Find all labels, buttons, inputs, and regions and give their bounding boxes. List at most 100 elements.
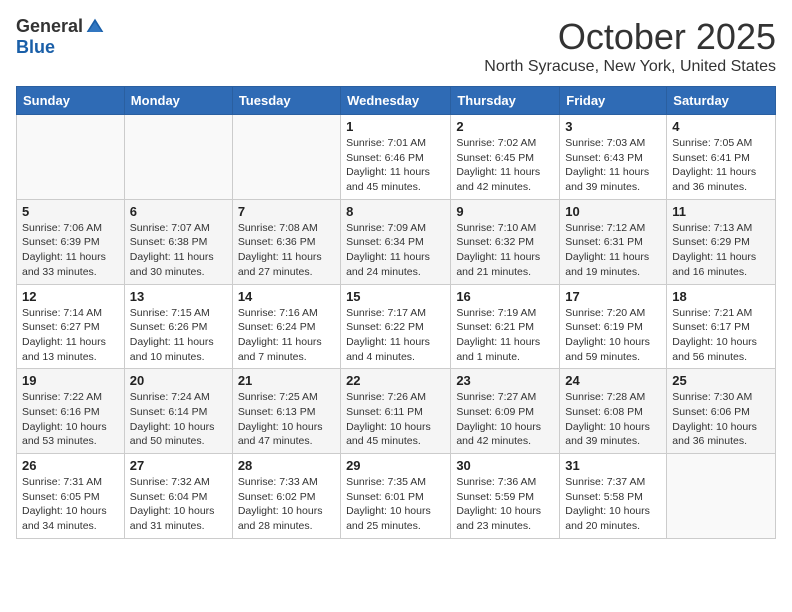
day-info: Sunrise: 7:30 AM Sunset: 6:06 PM Dayligh… <box>672 390 770 449</box>
calendar-day-12: 12Sunrise: 7:14 AM Sunset: 6:27 PM Dayli… <box>17 284 125 369</box>
calendar-day-14: 14 Sunrise: 7:16 AM Sunset: 6:24 PM Dayli… <box>232 284 340 369</box>
calendar-week-row: 5 Sunrise: 7:06 AM Sunset: 6:39 PM Daylig… <box>17 199 776 284</box>
calendar-day-2: 2 Sunrise: 7:02 AM Sunset: 6:45 PM Daylig… <box>451 115 560 200</box>
calendar-day-28: 28 Sunrise: 7:33 AM Sunset: 6:02 PM Dayli… <box>232 454 340 539</box>
weekday-header-monday: Monday <box>124 87 232 115</box>
calendar-day-26: 26 Sunrise: 7:31 AM Sunset: 6:05 PM Dayli… <box>17 454 125 539</box>
day-number: 11 <box>672 204 770 219</box>
calendar-day-29: 29Sunrise: 7:35 AM Sunset: 6:01 PM Dayli… <box>341 454 451 539</box>
weekday-header-row: SundayMondayTuesdayWednesdayThursdayFrid… <box>17 87 776 115</box>
weekday-header-friday: Friday <box>560 87 667 115</box>
day-info: Sunrise: 7:13 AM Sunset: 6:29 PM Dayligh… <box>672 221 770 280</box>
calendar-day-11: 11 Sunrise: 7:13 AM Sunset: 6:29 PM Dayli… <box>667 199 776 284</box>
day-number: 8 <box>346 204 445 219</box>
calendar-day-20: 20Sunrise: 7:24 AM Sunset: 6:14 PM Dayli… <box>124 369 232 454</box>
calendar-day-18: 18Sunrise: 7:21 AM Sunset: 6:17 PM Dayli… <box>667 284 776 369</box>
day-info: Sunrise: 7:32 AM Sunset: 6:04 PM Dayligh… <box>130 475 227 534</box>
day-number: 4 <box>672 119 770 134</box>
calendar: SundayMondayTuesdayWednesdayThursdayFrid… <box>16 86 776 539</box>
day-number: 6 <box>130 204 227 219</box>
day-number: 21 <box>238 373 335 388</box>
day-info: Sunrise: 7:09 AM Sunset: 6:34 PM Dayligh… <box>346 221 445 280</box>
logo-general-text: General <box>16 16 83 37</box>
day-info: Sunrise: 7:02 AM Sunset: 6:45 PM Dayligh… <box>456 136 554 195</box>
day-number: 28 <box>238 458 335 473</box>
day-info: Sunrise: 7:31 AM Sunset: 6:05 PM Dayligh… <box>22 475 119 534</box>
calendar-empty-cell <box>17 115 125 200</box>
calendar-day-4: 4 Sunrise: 7:05 AM Sunset: 6:41 PM Daylig… <box>667 115 776 200</box>
calendar-day-13: 13Sunrise: 7:15 AM Sunset: 6:26 PM Dayli… <box>124 284 232 369</box>
calendar-day-31: 31 Sunrise: 7:37 AM Sunset: 5:58 PM Dayli… <box>560 454 667 539</box>
calendar-day-8: 8 Sunrise: 7:09 AM Sunset: 6:34 PM Daylig… <box>341 199 451 284</box>
day-number: 13 <box>130 289 227 304</box>
day-number: 24 <box>565 373 661 388</box>
calendar-day-10: 10Sunrise: 7:12 AM Sunset: 6:31 PM Dayli… <box>560 199 667 284</box>
calendar-day-9: 9Sunrise: 7:10 AM Sunset: 6:32 PM Daylig… <box>451 199 560 284</box>
day-info: Sunrise: 7:24 AM Sunset: 6:14 PM Dayligh… <box>130 390 227 449</box>
calendar-day-21: 21 Sunrise: 7:25 AM Sunset: 6:13 PM Dayli… <box>232 369 340 454</box>
day-number: 31 <box>565 458 661 473</box>
month-title: October 2025 <box>484 16 776 58</box>
day-number: 25 <box>672 373 770 388</box>
calendar-day-15: 15 Sunrise: 7:17 AM Sunset: 6:22 PM Dayli… <box>341 284 451 369</box>
day-info: Sunrise: 7:28 AM Sunset: 6:08 PM Dayligh… <box>565 390 661 449</box>
calendar-empty-cell <box>667 454 776 539</box>
calendar-day-16: 16Sunrise: 7:19 AM Sunset: 6:21 PM Dayli… <box>451 284 560 369</box>
day-info: Sunrise: 7:33 AM Sunset: 6:02 PM Dayligh… <box>238 475 335 534</box>
calendar-empty-cell <box>232 115 340 200</box>
weekday-header-tuesday: Tuesday <box>232 87 340 115</box>
day-number: 29 <box>346 458 445 473</box>
day-info: Sunrise: 7:07 AM Sunset: 6:38 PM Dayligh… <box>130 221 227 280</box>
day-info: Sunrise: 7:36 AM Sunset: 5:59 PM Dayligh… <box>456 475 554 534</box>
day-info: Sunrise: 7:16 AM Sunset: 6:24 PM Dayligh… <box>238 306 335 365</box>
day-number: 5 <box>22 204 119 219</box>
calendar-day-30: 30 Sunrise: 7:36 AM Sunset: 5:59 PM Dayli… <box>451 454 560 539</box>
calendar-week-row: 12Sunrise: 7:14 AM Sunset: 6:27 PM Dayli… <box>17 284 776 369</box>
day-number: 14 <box>238 289 335 304</box>
day-number: 17 <box>565 289 661 304</box>
day-number: 23 <box>456 373 554 388</box>
day-info: Sunrise: 7:10 AM Sunset: 6:32 PM Dayligh… <box>456 221 554 280</box>
day-info: Sunrise: 7:20 AM Sunset: 6:19 PM Dayligh… <box>565 306 661 365</box>
day-number: 30 <box>456 458 554 473</box>
day-number: 3 <box>565 119 661 134</box>
day-number: 10 <box>565 204 661 219</box>
day-number: 7 <box>238 204 335 219</box>
calendar-day-17: 17 Sunrise: 7:20 AM Sunset: 6:19 PM Dayli… <box>560 284 667 369</box>
weekday-header-sunday: Sunday <box>17 87 125 115</box>
calendar-day-1: 1Sunrise: 7:01 AM Sunset: 6:46 PM Daylig… <box>341 115 451 200</box>
day-info: Sunrise: 7:37 AM Sunset: 5:58 PM Dayligh… <box>565 475 661 534</box>
day-info: Sunrise: 7:19 AM Sunset: 6:21 PM Dayligh… <box>456 306 554 365</box>
logo: General Blue <box>16 16 105 58</box>
calendar-week-row: 19Sunrise: 7:22 AM Sunset: 6:16 PM Dayli… <box>17 369 776 454</box>
day-info: Sunrise: 7:17 AM Sunset: 6:22 PM Dayligh… <box>346 306 445 365</box>
title-area: October 2025 North Syracuse, New York, U… <box>484 16 776 76</box>
day-info: Sunrise: 7:14 AM Sunset: 6:27 PM Dayligh… <box>22 306 119 365</box>
day-number: 27 <box>130 458 227 473</box>
weekday-header-thursday: Thursday <box>451 87 560 115</box>
calendar-empty-cell <box>124 115 232 200</box>
calendar-day-7: 7 Sunrise: 7:08 AM Sunset: 6:36 PM Daylig… <box>232 199 340 284</box>
calendar-day-6: 6 Sunrise: 7:07 AM Sunset: 6:38 PM Daylig… <box>124 199 232 284</box>
day-info: Sunrise: 7:22 AM Sunset: 6:16 PM Dayligh… <box>22 390 119 449</box>
day-info: Sunrise: 7:27 AM Sunset: 6:09 PM Dayligh… <box>456 390 554 449</box>
day-number: 26 <box>22 458 119 473</box>
day-number: 2 <box>456 119 554 134</box>
location-title: North Syracuse, New York, United States <box>484 58 776 76</box>
logo-blue-text: Blue <box>16 37 55 58</box>
day-info: Sunrise: 7:03 AM Sunset: 6:43 PM Dayligh… <box>565 136 661 195</box>
calendar-day-22: 22Sunrise: 7:26 AM Sunset: 6:11 PM Dayli… <box>341 369 451 454</box>
day-info: Sunrise: 7:25 AM Sunset: 6:13 PM Dayligh… <box>238 390 335 449</box>
day-info: Sunrise: 7:08 AM Sunset: 6:36 PM Dayligh… <box>238 221 335 280</box>
calendar-day-24: 24 Sunrise: 7:28 AM Sunset: 6:08 PM Dayli… <box>560 369 667 454</box>
day-info: Sunrise: 7:26 AM Sunset: 6:11 PM Dayligh… <box>346 390 445 449</box>
day-number: 15 <box>346 289 445 304</box>
day-info: Sunrise: 7:05 AM Sunset: 6:41 PM Dayligh… <box>672 136 770 195</box>
calendar-day-25: 25 Sunrise: 7:30 AM Sunset: 6:06 PM Dayli… <box>667 369 776 454</box>
calendar-day-5: 5 Sunrise: 7:06 AM Sunset: 6:39 PM Daylig… <box>17 199 125 284</box>
header: General Blue October 2025 North Syracuse… <box>16 16 776 76</box>
calendar-day-27: 27 Sunrise: 7:32 AM Sunset: 6:04 PM Dayli… <box>124 454 232 539</box>
calendar-week-row: 1Sunrise: 7:01 AM Sunset: 6:46 PM Daylig… <box>17 115 776 200</box>
day-info: Sunrise: 7:06 AM Sunset: 6:39 PM Dayligh… <box>22 221 119 280</box>
weekday-header-wednesday: Wednesday <box>341 87 451 115</box>
